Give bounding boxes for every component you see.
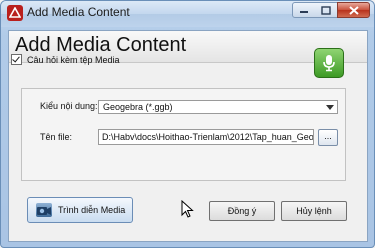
window-title: Add Media Content: [27, 5, 130, 19]
cancel-button[interactable]: Hủy lệnh: [281, 201, 347, 221]
microphone-icon: [323, 55, 335, 72]
attach-media-checkbox-row[interactable]: Câu hỏi kèm tệp Media: [11, 54, 120, 65]
maximize-button[interactable]: [315, 2, 338, 18]
browse-button[interactable]: ...: [318, 129, 338, 146]
title-bar[interactable]: Add Media Content: [1, 1, 374, 27]
content-type-label: Kiểu nội dung:: [40, 101, 98, 111]
record-audio-button[interactable]: [314, 48, 344, 78]
minimize-button[interactable]: [292, 2, 316, 18]
present-media-button[interactable]: Trình diễn Media: [27, 197, 133, 223]
file-path-input[interactable]: D:\Habv\docs\Hoithao-Trienlam\2012\Tap_h…: [98, 129, 314, 145]
attach-media-label: Câu hỏi kèm tệp Media: [27, 54, 120, 65]
file-name-label: Tên file:: [40, 132, 73, 142]
content-type-value: Geogebra (*.ggb): [103, 102, 173, 112]
dialog-window: Add Media Content Add Media Content Câu …: [0, 0, 375, 248]
mouse-cursor-icon: [181, 200, 194, 218]
camera-icon: [36, 203, 52, 217]
media-settings-group: Kiểu nội dung: Geogebra (*.ggb) Tên file…: [21, 88, 346, 181]
content-type-select[interactable]: Geogebra (*.ggb): [98, 100, 338, 114]
attach-media-checkbox[interactable]: [11, 54, 22, 65]
ok-button[interactable]: Đồng ý: [209, 201, 275, 221]
app-icon: [7, 5, 23, 21]
present-media-label: Trình diễn Media: [58, 205, 126, 215]
close-button[interactable]: [337, 2, 370, 18]
chevron-down-icon[interactable]: [326, 105, 334, 110]
